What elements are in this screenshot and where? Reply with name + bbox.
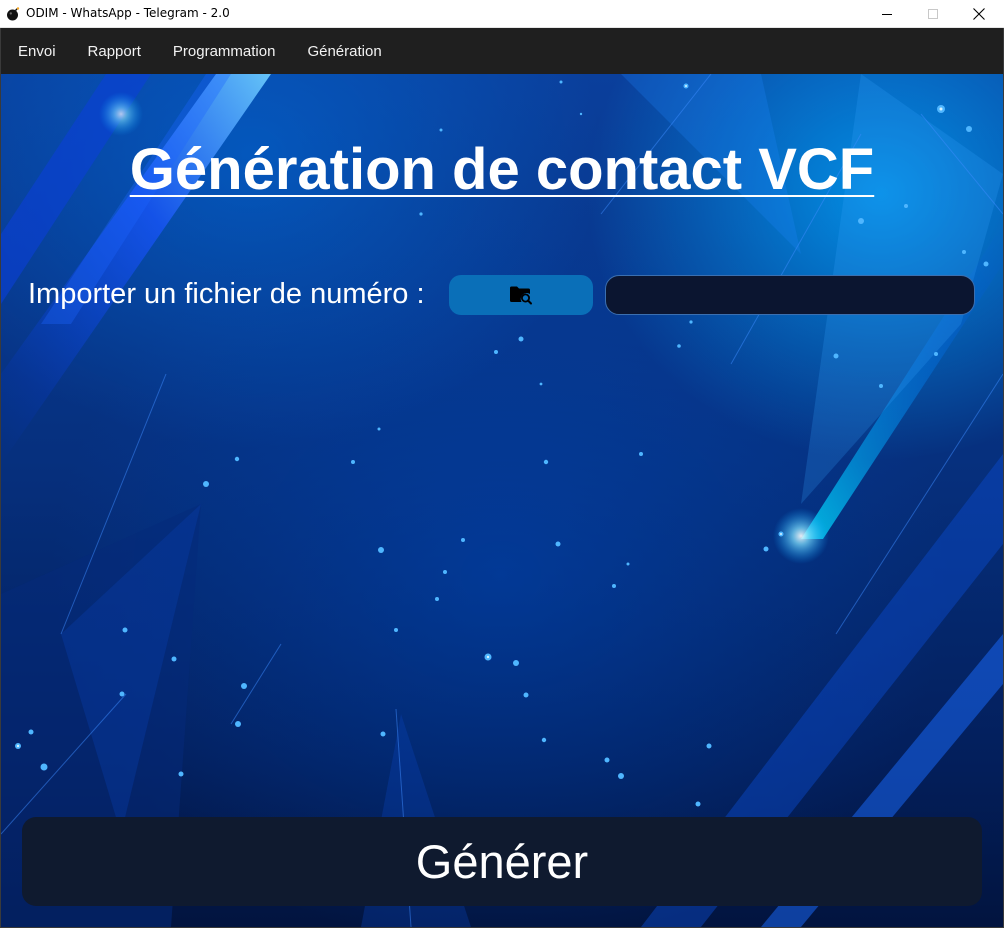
import-label: Importer un fichier de numéro : <box>28 278 425 310</box>
maximize-button[interactable] <box>910 0 956 28</box>
menu-item-generation[interactable]: Génération <box>291 28 397 74</box>
minimize-button[interactable] <box>864 0 910 28</box>
main-panel: Génération de contact VCF Importer un fi… <box>1 74 1003 927</box>
menu-item-rapport[interactable]: Rapport <box>72 28 157 74</box>
close-icon <box>973 8 985 20</box>
minimize-icon <box>882 14 892 15</box>
maximize-icon <box>928 9 938 19</box>
menu-bar: Envoi Rapport Programmation Génération <box>1 28 1003 74</box>
title-bar: ODIM - WhatsApp - Telegram - 2.0 <box>0 0 1004 28</box>
window-title: ODIM - WhatsApp - Telegram - 2.0 <box>26 6 230 20</box>
window-frame-left <box>0 28 1 928</box>
menu-item-envoi[interactable]: Envoi <box>1 28 72 74</box>
menu-item-programmation[interactable]: Programmation <box>157 28 292 74</box>
file-path-field[interactable] <box>605 275 975 315</box>
close-button[interactable] <box>956 0 1002 28</box>
folder-search-icon <box>510 286 532 305</box>
bomb-icon <box>7 7 20 21</box>
browse-file-button[interactable] <box>449 275 593 315</box>
page-title: Génération de contact VCF <box>129 137 875 202</box>
generate-button[interactable]: Générer <box>22 817 982 906</box>
